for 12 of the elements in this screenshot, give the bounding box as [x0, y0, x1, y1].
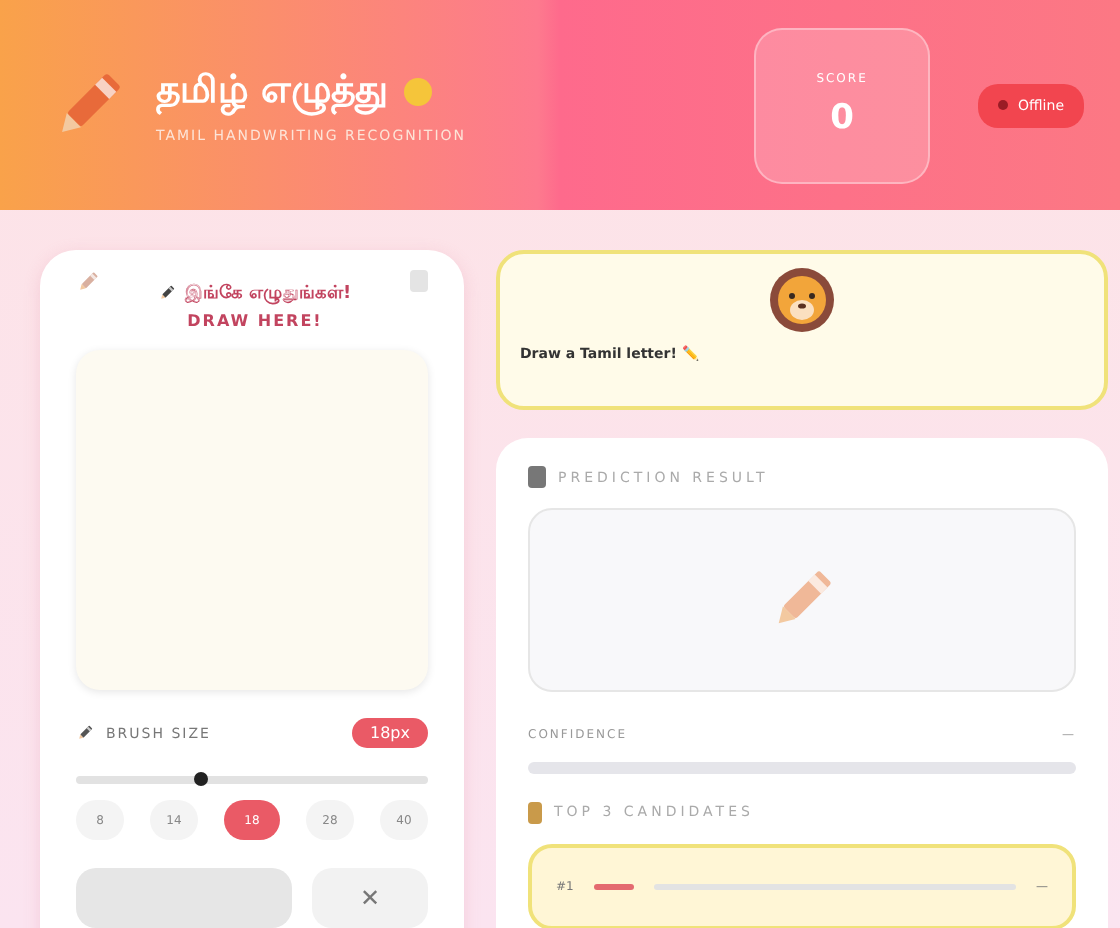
dash-mark	[593, 883, 634, 890]
lion-icon	[768, 266, 836, 334]
score-value: 0	[830, 98, 854, 138]
panel-title: இங்கே எழுதுங்கள்!	[184, 282, 352, 304]
clear-button[interactable]: ✕	[312, 868, 428, 928]
pencil-icon	[158, 284, 177, 302]
slider-thumb[interactable]	[194, 772, 209, 786]
pencil-icon	[76, 270, 100, 294]
app-title: தமிழ் எழுத்து	[156, 67, 388, 115]
sun-icon	[403, 77, 432, 105]
panel-subtitle: DRAW HERE!	[187, 312, 323, 330]
brush-value: 18px	[352, 718, 428, 748]
